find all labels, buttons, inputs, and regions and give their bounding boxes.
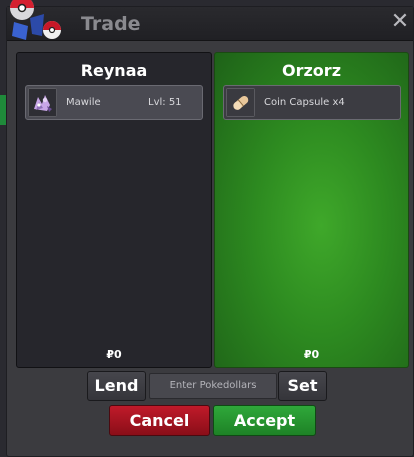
window-title: Trade — [81, 13, 141, 35]
item-level: Lvl: 51 — [148, 97, 182, 108]
accept-button[interactable]: Accept — [213, 405, 316, 436]
my-player-name: Reynaa — [80, 61, 148, 80]
my-offer-panel: Reynaa Mawile Lvl: 51 ₽0 — [16, 52, 212, 368]
offer-item-slot[interactable]: Mawile Lvl: 51 — [25, 85, 203, 120]
trade-window: Trade ✕ Reynaa Mawile Lvl: 51 ₽0 Orzorz — [6, 6, 414, 457]
partner-item-slot[interactable]: Coin Capsule x4 — [223, 85, 401, 120]
item-name: Mawile — [66, 97, 101, 108]
pokedollars-input[interactable]: Enter Pokedollars — [149, 373, 277, 399]
partner-offer-panel: Orzorz Coin Capsule x4 ₽0 — [214, 52, 409, 368]
lend-button[interactable]: Lend — [87, 371, 146, 401]
coin-capsule-icon — [226, 88, 255, 117]
partner-money-amount: ₽0 — [303, 348, 320, 361]
set-button[interactable]: Set — [278, 371, 327, 401]
my-money-amount: ₽0 — [106, 348, 122, 361]
mawile-sprite-icon — [28, 88, 57, 117]
cancel-button[interactable]: Cancel — [109, 405, 210, 436]
pokeball-logo-icon — [0, 0, 78, 42]
partner-player-name: Orzorz — [282, 61, 341, 80]
close-icon[interactable]: ✕ — [389, 10, 411, 34]
item-name: Coin Capsule x4 — [264, 97, 345, 108]
